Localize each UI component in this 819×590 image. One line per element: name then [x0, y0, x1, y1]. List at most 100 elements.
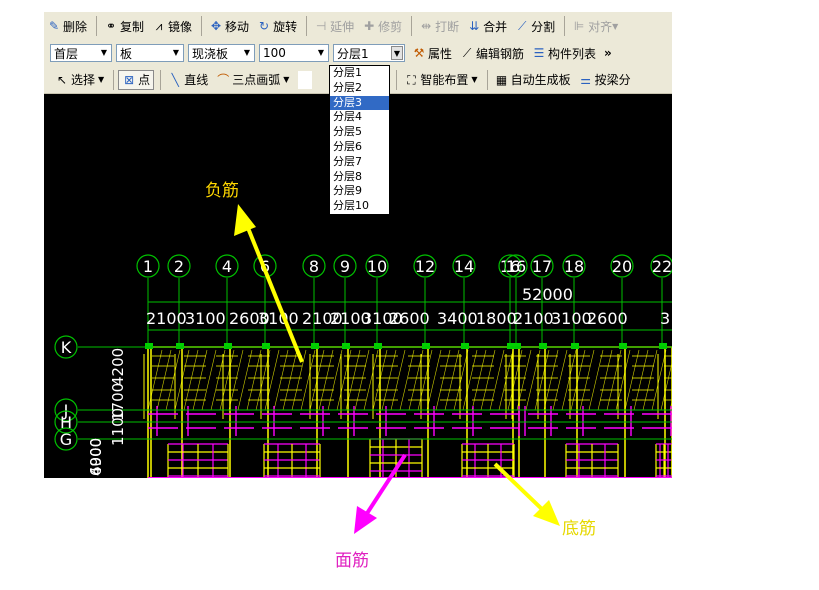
move-button[interactable]: ✥ 移动 — [206, 15, 252, 37]
element-subtype-select[interactable]: 现浇板 ▼ — [188, 44, 255, 62]
break-button[interactable]: ⇹ 打断 — [416, 15, 462, 37]
arc-icon: ⌒ — [217, 72, 230, 87]
hatch-line — [192, 349, 208, 411]
hatch-line — [489, 349, 505, 411]
layer-option[interactable]: 分层3 — [330, 95, 389, 111]
rebar-icon: ⟋ — [462, 46, 472, 60]
rotate-icon: ↻ — [259, 19, 270, 33]
bottom-rebar-arrow-head — [533, 500, 560, 526]
axis-number: 18 — [564, 257, 584, 276]
auto-generate-button[interactable]: ▦ 自动生成板 — [492, 69, 574, 91]
axis-number: 1 — [143, 257, 153, 276]
hatch-line — [462, 349, 478, 411]
layer-option[interactable]: 分层7 — [330, 155, 389, 170]
beam-split-icon: ⚌ — [580, 72, 591, 87]
vertical-dimension: 4200 — [109, 348, 127, 386]
move-icon: ✥ — [211, 19, 222, 33]
hatch-line — [633, 349, 649, 411]
layer-option[interactable]: 分层8 — [330, 170, 389, 185]
hatch-line — [453, 349, 469, 411]
point-button[interactable]: ⊠ 点 — [118, 69, 155, 90]
layer-option[interactable]: 分层1 — [330, 66, 389, 81]
split-icon: ⟋ — [517, 19, 527, 33]
cursor-icon: ↖ — [56, 72, 68, 87]
hatch-line — [156, 349, 172, 411]
layer-option[interactable]: 分层5 — [330, 125, 389, 140]
chevron-down-icon: ▼ — [172, 48, 180, 57]
separator — [306, 16, 308, 36]
vertical-dimension: 1100 — [109, 408, 127, 446]
hatch-line — [624, 349, 640, 411]
floor-select[interactable]: 首层 ▼ — [50, 44, 112, 62]
hatch-line — [426, 349, 442, 411]
hatch-line — [435, 349, 451, 411]
negative-rebar-label: 负筋 — [205, 181, 239, 201]
separator — [160, 69, 162, 90]
split-button[interactable]: ⟋ 分割 — [512, 15, 558, 37]
hatch-line — [147, 349, 163, 411]
hatch-line — [327, 349, 343, 411]
span-dimension: 1800 — [476, 309, 517, 328]
layer-select[interactable]: 分层1 ▼ — [333, 44, 405, 62]
copy-button[interactable]: ⚭ 复制 — [101, 15, 147, 37]
edit-rebar-button[interactable]: ⟋ 编辑钢筋 — [457, 42, 527, 64]
overall-dimension: 52000 — [522, 285, 573, 304]
span-dimensions: 21003100 26003100 2100210031002600 34001800… — [146, 309, 670, 328]
trim-button[interactable]: ✚ 修剪 — [359, 15, 405, 37]
axis-number: 9 — [340, 257, 350, 276]
align-button[interactable]: ⊫ 对齐 ▼ — [569, 15, 621, 37]
grid-icon: ▦ — [495, 72, 508, 87]
hatch-line — [354, 349, 370, 411]
layer-option[interactable]: 分层4 — [330, 110, 389, 125]
extend-button[interactable]: ⊣ 延伸 — [311, 15, 357, 37]
line-button[interactable]: ╲ 直线 — [165, 69, 211, 91]
by-beam-button[interactable]: ⚌ 按梁分 — [576, 69, 634, 91]
arc-button[interactable]: ⌒ 三点画弧 ▼ — [213, 69, 292, 91]
hatch-line — [318, 349, 334, 411]
delete-button[interactable]: ✎ 删除 — [44, 15, 90, 37]
element-type-select[interactable]: 板 ▼ — [116, 44, 184, 62]
axis-number: 14 — [454, 257, 474, 276]
negative-rebar-arrow-head — [234, 204, 256, 236]
list-icon: ☰ — [533, 46, 545, 60]
axis-number: 16 — [506, 257, 526, 276]
line-icon: ╲ — [171, 72, 179, 87]
row-letter: G — [60, 430, 72, 449]
component-toolbar: 首层 ▼ 板 ▼ 现浇板 ▼ 100 ▼ 分层1 ▼ ⚒ 属性 ⟋ 编辑钢筋 ☰ 构件列表 » — [44, 40, 672, 67]
smart-layout-button[interactable]: ⛶ 智能布置 ▼ — [401, 69, 480, 91]
layer-option[interactable]: 分层6 — [330, 140, 389, 155]
rotate-button[interactable]: ↻ 旋转 — [254, 15, 300, 37]
span-dimension: 3400 — [437, 309, 478, 328]
smart-layout-icon: ⛶ — [407, 72, 416, 87]
axis-number: 12 — [415, 257, 435, 276]
select-button[interactable]: ↖ 选择 ▼ — [52, 69, 107, 91]
hatch-line — [363, 349, 379, 411]
chevron-down-icon: ▼ — [100, 48, 108, 57]
hatch-line — [219, 349, 235, 411]
hatch-line — [507, 349, 523, 411]
hatch-line — [543, 349, 559, 411]
chevron-down-icon: ▼ — [243, 48, 251, 57]
column-marker — [262, 343, 270, 349]
toolbar-more-button[interactable]: » — [601, 42, 615, 64]
hatch-line — [399, 349, 415, 411]
mirror-button[interactable]: ⩘ 镜像 — [149, 15, 195, 37]
property-button[interactable]: ⚒ 属性 — [409, 42, 455, 64]
hatch-line — [552, 349, 568, 411]
merge-button[interactable]: ⇊ 合并 — [464, 15, 510, 37]
layer-option[interactable]: 分层2 — [330, 81, 389, 96]
hatch-line — [381, 349, 397, 411]
layer-option[interactable]: 分层9 — [330, 184, 389, 199]
layer-option[interactable]: 分层10 — [330, 199, 389, 214]
column-marker — [342, 343, 350, 349]
span-dimension: 3100 — [551, 309, 592, 328]
component-list-button[interactable]: ☰ 构件列表 — [529, 42, 599, 64]
hatch-line — [336, 349, 352, 411]
hatch-line — [471, 349, 487, 411]
left-dimensions: 42001700110040006900 — [87, 348, 127, 476]
arc-option-box[interactable] — [298, 70, 313, 89]
thickness-select[interactable]: 100 ▼ — [259, 44, 329, 62]
align-icon: ⊫ — [573, 19, 585, 33]
span-dimension: 3100 — [185, 309, 226, 328]
layer-dropdown-list[interactable]: 分层1 分层2 分层3 分层4 分层5 分层6 分层7 分层8 分层9 分层10 — [329, 65, 390, 215]
